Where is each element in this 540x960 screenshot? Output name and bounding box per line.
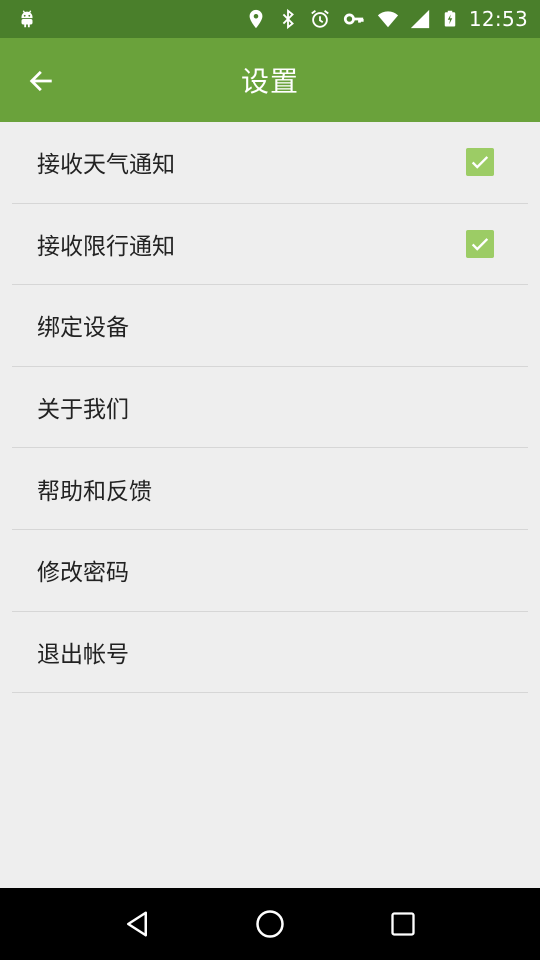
status-time: 12:53: [468, 7, 528, 31]
settings-item-label: 接收天气通知: [37, 152, 175, 179]
settings-list: 接收天气通知 接收限行通知 绑定设备 关于我们 帮助和反馈 修改密码 退出帐号: [12, 122, 528, 694]
page-title: 设置: [240, 65, 299, 98]
check-icon: [471, 156, 489, 170]
settings-item-label: 绑定设备: [37, 315, 129, 342]
vpn-key-icon: [343, 13, 364, 25]
location-icon: [249, 9, 263, 29]
settings-item-about-us[interactable]: 关于我们: [12, 367, 528, 449]
settings-item-logout[interactable]: 退出帐号: [12, 612, 528, 694]
status-left: [16, 8, 38, 30]
settings-item-label: 接收限行通知: [37, 233, 175, 260]
alarm-icon: [311, 10, 329, 28]
wifi-icon: [377, 11, 398, 28]
settings-item-label: 帮助和反馈: [37, 478, 152, 505]
settings-item-bind-device[interactable]: 绑定设备: [12, 285, 528, 367]
settings-item-label: 修改密码: [37, 560, 129, 587]
weather-notification-checkbox[interactable]: [466, 148, 494, 177]
settings-item-help-feedback[interactable]: 帮助和反馈: [12, 448, 528, 530]
signal-icon: [410, 9, 430, 29]
status-bar: 12:53: [0, 0, 540, 38]
settings-item-restriction-notification[interactable]: 接收限行通知: [12, 204, 528, 286]
check-icon: [471, 238, 489, 251]
nav-home-button[interactable]: [240, 894, 300, 954]
back-triangle-icon: [126, 911, 147, 937]
settings-item-weather-notification[interactable]: 接收天气通知: [12, 122, 528, 204]
nav-back-button[interactable]: [107, 894, 167, 954]
navigation-bar: [0, 888, 540, 960]
bluetooth-icon: [282, 8, 294, 30]
nav-recents-button[interactable]: [373, 894, 433, 954]
recents-square-icon: [391, 912, 415, 936]
android-icon: [21, 10, 33, 28]
home-circle-icon: [256, 910, 284, 938]
status-right: 12:53: [245, 7, 528, 31]
settings-item-label: 关于我们: [37, 397, 129, 424]
restriction-notification-checkbox[interactable]: [466, 229, 494, 258]
app-bar: 设置: [0, 38, 540, 122]
back-button[interactable]: [18, 58, 64, 104]
settings-item-change-password[interactable]: 修改密码: [12, 530, 528, 612]
arrow-left-icon: [29, 70, 52, 92]
settings-item-label: 退出帐号: [37, 641, 129, 668]
battery-charging-icon: [444, 10, 456, 27]
